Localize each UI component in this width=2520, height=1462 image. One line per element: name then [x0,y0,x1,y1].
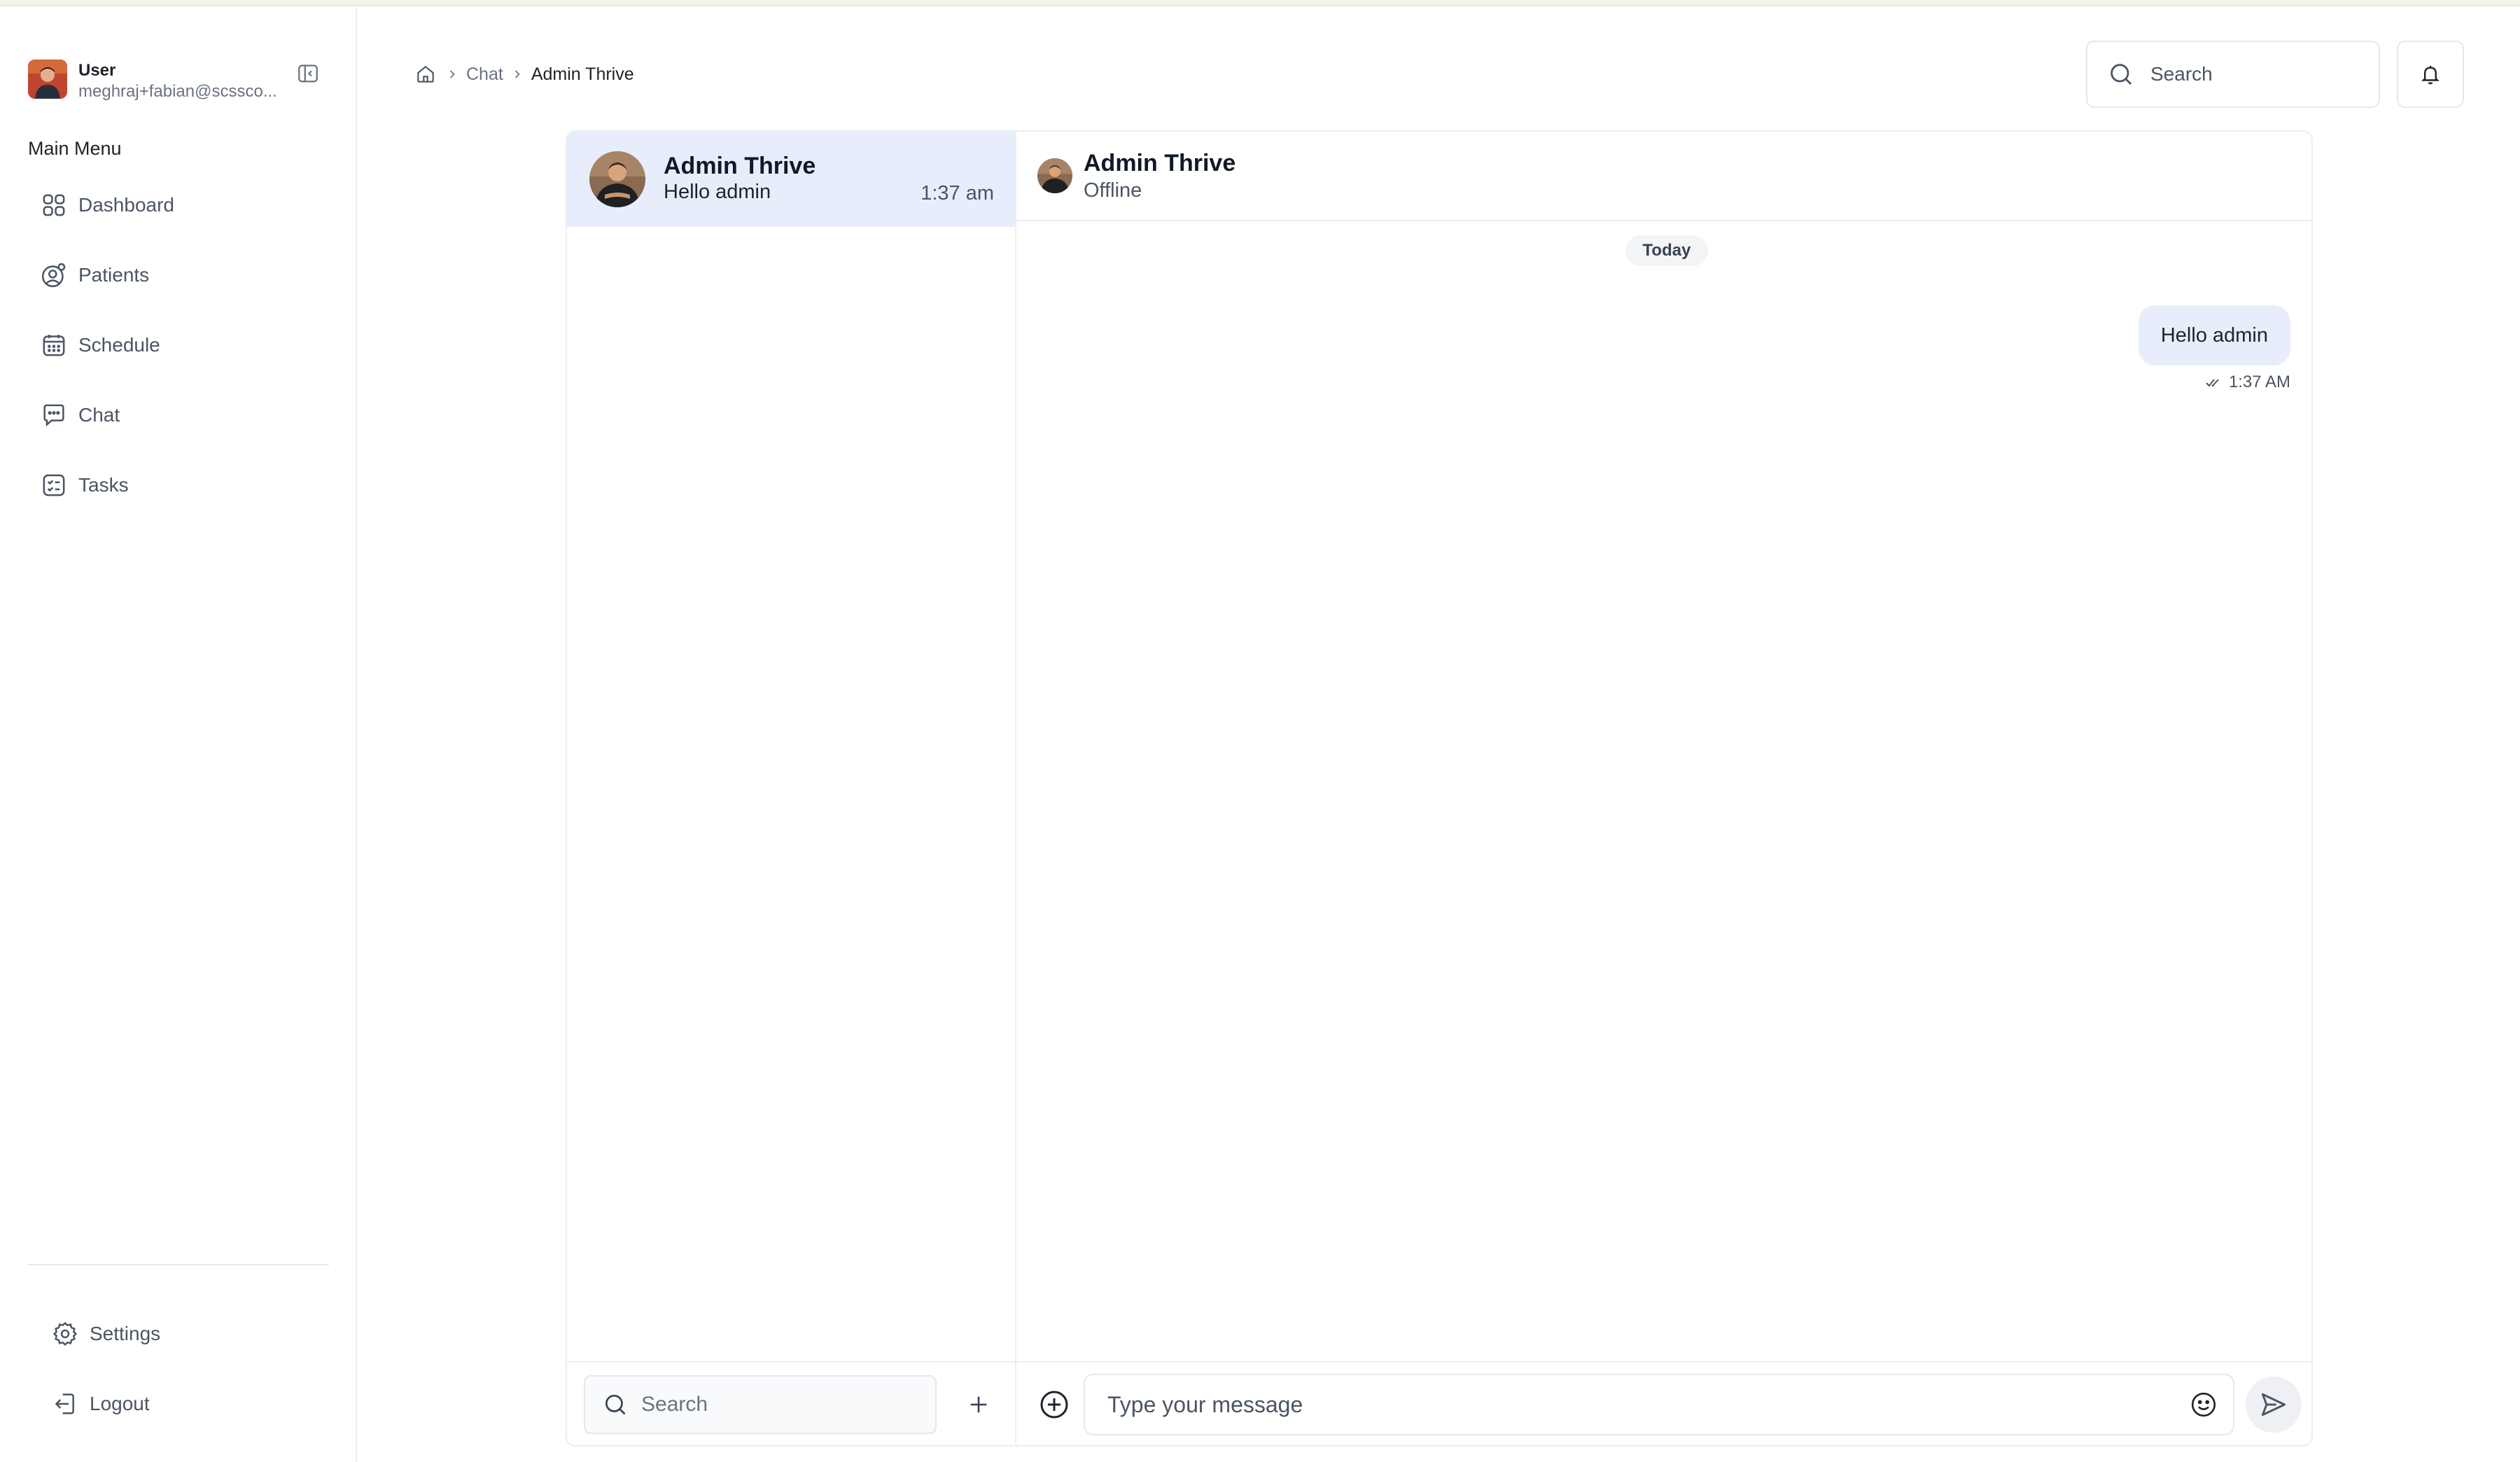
chat-panel: Admin Thrive Hello admin 1:37 am Search … [566,130,2313,1447]
user-avatar [28,60,67,99]
plus-icon [970,1396,987,1413]
thread-header: Admin Thrive Offline [1016,132,2311,221]
message-input-wrapper[interactable] [1084,1374,2234,1435]
double-check-icon [2205,375,2225,389]
chat-bubble-icon [39,401,69,430]
message-meta: 1:37 AM [2205,373,2290,392]
thread-contact-name: Admin Thrive [1084,150,1236,176]
send-button[interactable] [2246,1377,2302,1433]
search-icon [2110,64,2132,85]
calendar-icon [39,330,69,360]
sidebar-item-label: Logout [90,1393,150,1414]
home-icon[interactable] [413,62,438,87]
sidebar: User meghraj+fabian@scssco... Main Menu … [0,8,357,1462]
sidebar-item-chat[interactable]: Chat [28,380,329,450]
collapse-sidebar-button[interactable] [294,61,322,86]
chat-thread: Admin Thrive Offline Today Hello admin 1… [1016,132,2311,1445]
sidebar-item-settings[interactable]: Settings [39,1299,333,1369]
conversation-search[interactable] [584,1375,937,1434]
sidebar-item-logout[interactable]: Logout [39,1369,333,1439]
sidebar-item-label: Patients [78,264,150,286]
window-top-strip [0,0,2520,6]
thread-contact-status: Offline [1084,179,1142,202]
header-search[interactable] [2086,41,2380,108]
sidebar-item-dashboard[interactable]: Dashboard [28,170,329,240]
message-composer [1016,1361,2311,1445]
breadcrumb-current: Admin Thrive [531,64,634,84]
conversation-search-input[interactable] [641,1393,921,1416]
sidebar-item-schedule[interactable]: Schedule [28,310,329,380]
main-menu-title: Main Menu [28,138,122,159]
new-conversation-button[interactable] [953,1379,1004,1430]
message-time: 1:37 AM [2228,373,2290,391]
user-email: meghraj+fabian@scssco... [78,82,277,101]
main-nav: Dashboard Patients Schedule Chat Tasks [28,170,329,520]
conversation-list-footer [567,1361,1015,1445]
bell-icon [2421,65,2440,85]
breadcrumb-chat[interactable]: Chat [466,64,503,85]
sidebar-divider [28,1264,329,1265]
chevron-right-icon [438,67,466,81]
day-separator: Today [1625,235,1708,266]
sidebar-item-label: Chat [78,404,120,426]
logout-icon [50,1389,80,1419]
conversation-name: Admin Thrive [664,153,816,179]
user-profile[interactable]: User meghraj+fabian@scssco... [28,53,329,109]
grid-icon [39,190,69,220]
search-icon [605,1394,626,1415]
sidebar-item-patients[interactable]: Patients [28,240,329,310]
notifications-button[interactable] [2397,41,2464,108]
contact-avatar [589,151,645,207]
conversation-preview: Hello admin [664,181,771,203]
contact-avatar [1037,158,1072,193]
header-search-input[interactable] [2150,63,2360,85]
message-input[interactable] [1107,1391,2143,1418]
smiley-icon [2191,1392,2216,1417]
sidebar-item-label: Schedule [78,334,160,356]
sidebar-collapse-icon [298,64,318,83]
sidebar-item-label: Tasks [78,474,129,496]
attach-button[interactable] [1030,1381,1078,1428]
send-icon [2261,1393,2286,1416]
conversation-time: 1:37 am [920,182,994,204]
gear-icon [50,1319,80,1349]
breadcrumb: Chat Admin Thrive [413,59,634,90]
chevron-right-icon [503,67,531,81]
plus-circle-icon [1040,1391,1068,1419]
checklist-icon [39,471,69,500]
sidebar-item-tasks[interactable]: Tasks [28,450,329,520]
emoji-button[interactable] [2185,1386,2222,1423]
message-bubble-outgoing: Hello admin [2138,305,2290,366]
conversation-list: Admin Thrive Hello admin 1:37 am [567,132,1016,1445]
bottom-nav: Settings Logout [39,1299,333,1439]
conversation-item[interactable]: Admin Thrive Hello admin 1:37 am [567,132,1015,227]
user-name: User [78,61,116,80]
user-circle-icon [39,260,69,290]
sidebar-item-label: Dashboard [78,194,174,216]
sidebar-item-label: Settings [90,1323,161,1344]
